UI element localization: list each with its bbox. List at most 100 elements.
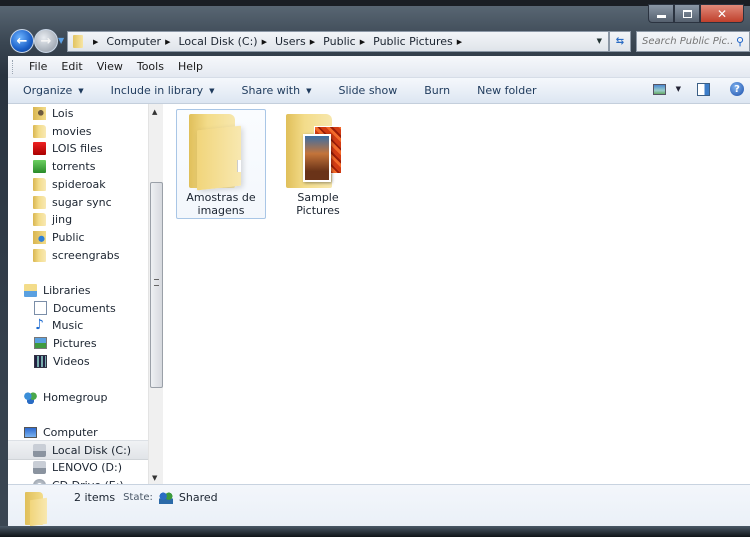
sidebar-item-jing[interactable]: jing	[8, 210, 148, 228]
folder-name: Sample Pictures	[274, 191, 362, 217]
sidebar-item-label: Documents	[53, 301, 116, 315]
title-bar: ✕	[4, 4, 750, 26]
breadcrumb-public[interactable]: Public	[323, 35, 356, 48]
sidebar-item-computer[interactable]: Computer	[8, 423, 148, 441]
view-options-dropdown[interactable]: ▼	[676, 85, 681, 93]
chevron-down-icon: ▼	[306, 86, 312, 95]
window-controls: ✕	[648, 4, 744, 23]
window-bottom-border	[0, 526, 750, 537]
navigation-scrollbar[interactable]: ▲ ▼	[148, 104, 163, 484]
folder-item-amostras-de-imagens[interactable]: Amostras de imagens	[176, 109, 266, 219]
menu-edit[interactable]: Edit	[54, 60, 89, 73]
include-in-library-label: Include in library	[110, 84, 204, 97]
state-label: State:	[123, 492, 153, 503]
sidebar-item-movies[interactable]: movies	[8, 122, 148, 140]
folder-name-line1: Amostras de	[186, 191, 256, 204]
sidebar-item-cd-drive-e[interactable]: CD Drive (E:)	[8, 476, 148, 484]
sidebar-item-lois[interactable]: Lois	[8, 104, 148, 122]
close-button[interactable]: ✕	[700, 4, 744, 23]
organize-button[interactable]: Organize ▼	[8, 84, 96, 97]
magnifier-icon[interactable]: ⚲	[736, 35, 744, 48]
address-bar[interactable]: ▶ Computer ▶ Local Disk (C:) ▶ Users ▶ P…	[67, 31, 609, 52]
menu-tools[interactable]: Tools	[130, 60, 171, 73]
sidebar-item-sugar-sync[interactable]: sugar sync	[8, 193, 148, 211]
forward-arrow-icon: →	[40, 33, 52, 49]
share-with-button[interactable]: Share with ▼	[227, 84, 324, 97]
pictures-icon	[34, 337, 47, 349]
sidebar-item-pictures[interactable]: Pictures	[8, 334, 148, 352]
preview-pane-icon[interactable]	[697, 82, 710, 96]
burn-button[interactable]: Burn	[409, 84, 462, 97]
breadcrumb-separator[interactable]: ▶	[457, 38, 462, 46]
sidebar-item-screengrabs[interactable]: screengrabs	[8, 246, 148, 264]
breadcrumb-separator[interactable]: ▶	[262, 38, 267, 46]
breadcrumb-public-pictures[interactable]: Public Pictures	[373, 35, 453, 48]
menu-file[interactable]: File	[22, 60, 54, 73]
explorer-window: ✕ ← → ▼ ▶ Computer ▶ Local Disk (C:) ▶ U…	[0, 0, 750, 537]
navigation-pane: Lois movies LOIS files torrents spideroa…	[8, 104, 148, 484]
menu-help[interactable]: Help	[171, 60, 210, 73]
sidebar-item-spideroak[interactable]: spideroak	[8, 175, 148, 193]
breadcrumb-separator[interactable]: ▶	[360, 38, 365, 46]
sidebar-item-homegroup[interactable]: Homegroup	[8, 388, 148, 406]
sidebar-item-label: Homegroup	[43, 390, 108, 404]
search-box: ⚲	[636, 31, 750, 52]
breadcrumb-separator[interactable]: ▶	[165, 38, 170, 46]
breadcrumb-separator[interactable]: ▶	[93, 38, 98, 46]
folder-name-line2: imagens	[197, 204, 245, 217]
breadcrumb-computer[interactable]: Computer	[106, 35, 161, 48]
new-folder-button[interactable]: New folder	[462, 84, 548, 97]
organize-label: Organize	[23, 84, 73, 97]
help-icon[interactable]: ?	[730, 82, 744, 96]
minimize-button[interactable]	[648, 4, 674, 23]
include-in-library-button[interactable]: Include in library ▼	[96, 84, 227, 97]
computer-icon	[24, 426, 37, 438]
sidebar-item-label: Lois	[52, 106, 74, 120]
back-arrow-icon: ←	[16, 33, 28, 49]
command-bar-right: ▼ ?	[652, 82, 744, 96]
breadcrumb-local-disk[interactable]: Local Disk (C:)	[178, 35, 257, 48]
breadcrumb-users[interactable]: Users	[275, 35, 306, 48]
menu-bar: File Edit View Tools Help	[8, 56, 750, 78]
local-disk-icon	[33, 443, 46, 457]
menu-view[interactable]: View	[90, 60, 130, 73]
sidebar-item-lenovo-d[interactable]: LENOVO (D:)	[8, 458, 148, 476]
sidebar-item-libraries[interactable]: Libraries	[8, 281, 148, 299]
sidebar-item-videos[interactable]: Videos	[8, 352, 148, 370]
sidebar-item-music[interactable]: ♪ Music	[8, 316, 148, 334]
sidebar-item-lois-files[interactable]: LOIS files	[8, 139, 148, 157]
sidebar-item-label: Videos	[53, 354, 90, 368]
scrollbar-thumb[interactable]	[150, 182, 163, 388]
libraries-icon	[24, 283, 37, 297]
sidebar-item-local-disk-c[interactable]: Local Disk (C:)	[8, 440, 148, 460]
file-list: Amostras de imagens Sample Pictures	[163, 104, 750, 484]
sidebar-item-torrents[interactable]: torrents	[8, 157, 148, 175]
folder-name-line1: Sample Pictures	[296, 191, 340, 217]
scroll-down-arrow-icon[interactable]: ▼	[152, 474, 157, 482]
close-icon: ✕	[716, 6, 728, 21]
change-view-icon[interactable]	[652, 83, 666, 95]
forward-button[interactable]: →	[34, 29, 58, 53]
back-button[interactable]: ←	[10, 29, 34, 53]
sidebar-item-label: movies	[52, 124, 92, 138]
slide-show-button[interactable]: Slide show	[323, 84, 409, 97]
slide-show-label: Slide show	[338, 84, 398, 97]
folder-item-sample-pictures[interactable]: Sample Pictures	[273, 109, 363, 219]
sidebar-item-label: Libraries	[43, 283, 91, 297]
breadcrumb-separator[interactable]: ▶	[310, 38, 315, 46]
scroll-up-arrow-icon[interactable]: ▲	[152, 108, 157, 116]
sidebar-item-label: LENOVO (D:)	[52, 460, 123, 474]
sidebar-item-documents[interactable]: Documents	[8, 299, 148, 317]
chevron-down-icon: ▼	[209, 86, 215, 95]
address-history-dropdown[interactable]: ▼	[597, 37, 602, 45]
sidebar-item-public[interactable]: Public	[8, 228, 148, 246]
maximize-button[interactable]	[674, 4, 700, 23]
refresh-icon: ⇆	[615, 36, 625, 47]
sidebar-item-label: Public	[52, 230, 85, 244]
user-folder-icon	[33, 106, 46, 120]
refresh-button[interactable]: ⇆	[609, 31, 631, 52]
pictures-folder-icon	[286, 114, 346, 188]
search-input[interactable]	[637, 35, 736, 48]
recent-pages-dropdown[interactable]: ▼	[58, 36, 64, 45]
folder-icon	[25, 492, 49, 527]
